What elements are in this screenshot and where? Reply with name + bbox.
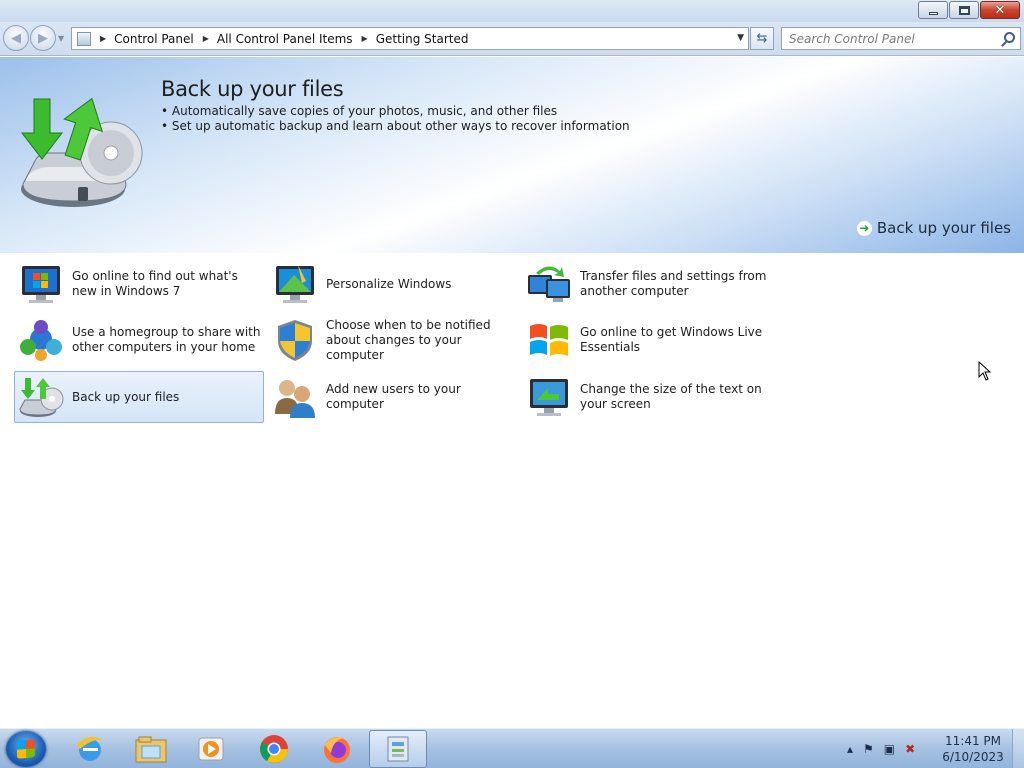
task-label: Go online to get Windows Live Essentials — [580, 325, 763, 354]
forward-button[interactable]: ▶ — [30, 25, 56, 51]
taskbar: ▴ ⚑ ▣ ✖ 11:41 PM 6/10/2023 — [0, 728, 1024, 768]
restore-icon — [958, 5, 970, 15]
start-button[interactable] — [6, 731, 46, 767]
control-panel-icon — [77, 31, 91, 46]
network-icon[interactable]: ▣ — [884, 742, 895, 756]
task-label: Add new users to your computer — [326, 382, 461, 411]
banner-bullet: Set up automatic backup and learn about … — [161, 119, 630, 134]
task-label: Back up your files — [72, 389, 180, 404]
task-windows-live[interactable]: Go online to get Windows Live Essentials — [522, 314, 772, 366]
back-arrow-icon: ◀ — [11, 30, 21, 46]
easy-transfer-icon — [528, 266, 570, 302]
green-arrow-icon: ➜ — [856, 220, 872, 236]
minimize-button[interactable] — [918, 1, 948, 19]
search-icon[interactable] — [1004, 32, 1015, 43]
taskbar-clock[interactable]: 11:41 PM 6/10/2023 — [940, 733, 1006, 765]
task-homegroup[interactable]: Use a homegroup to share with other comp… — [14, 314, 264, 366]
search-box[interactable] — [781, 27, 1021, 50]
task-label: Choose when to be notified about changes… — [326, 317, 491, 362]
monitor-windows-icon — [22, 266, 60, 303]
show-hidden-icons-icon[interactable]: ▴ — [847, 742, 853, 756]
task-label: Personalize Windows — [326, 276, 452, 291]
task-uac-settings[interactable]: Choose when to be notified about changes… — [268, 314, 518, 366]
windows-explorer-icon — [135, 736, 167, 763]
system-tray: ▴ ⚑ ▣ ✖ — [843, 729, 933, 768]
refresh-icon: ⇆ — [756, 31, 768, 46]
task-label: Go online to find out what's new in Wind… — [72, 269, 238, 298]
recent-pages-dropdown[interactable]: ▼ — [58, 34, 64, 43]
restore-button[interactable] — [949, 1, 979, 19]
address-bar[interactable]: ▶ Control Panel ▶ All Control Panel Item… — [71, 27, 749, 50]
chrome-icon — [260, 735, 288, 763]
feature-banner: Back up your files Automatically save co… — [0, 57, 1024, 253]
display-icon — [530, 379, 568, 416]
internet-explorer-icon — [76, 736, 104, 761]
taskbar-media-player[interactable] — [182, 730, 240, 768]
breadcrumb-separator[interactable]: ▶ — [203, 34, 209, 43]
breadcrumb-getting-started[interactable]: Getting Started — [376, 32, 469, 46]
backup-icon — [19, 378, 64, 417]
volume-muted-icon[interactable]: ✖ — [905, 742, 915, 756]
backup-drive-icon — [20, 97, 143, 207]
task-label: Transfer files and settings from another… — [580, 269, 767, 298]
task-personalize[interactable]: Personalize Windows — [268, 258, 518, 310]
firefox-icon — [324, 737, 350, 763]
windows-flag-icon — [530, 324, 568, 356]
window-title-bar: ✕ — [0, 0, 1024, 22]
banner-action-link[interactable]: ➜ Back up your files — [856, 219, 1011, 237]
action-center-flag-icon[interactable]: ⚑ — [863, 742, 874, 756]
taskbar-internet-explorer[interactable] — [61, 730, 119, 768]
show-desktop-button[interactable] — [1012, 729, 1024, 768]
task-transfer-files[interactable]: Transfer files and settings from another… — [522, 258, 772, 310]
taskbar-windows-explorer[interactable] — [122, 730, 180, 768]
taskbar-firefox[interactable] — [308, 730, 366, 768]
uac-shield-icon — [278, 320, 312, 361]
task-backup-files[interactable]: Back up your files — [14, 371, 264, 423]
control-panel-icon — [387, 736, 409, 762]
breadcrumb-separator[interactable]: ▶ — [362, 34, 368, 43]
search-input[interactable] — [789, 31, 989, 46]
address-dropdown-button[interactable]: ▼ — [737, 33, 744, 43]
close-button[interactable]: ✕ — [980, 1, 1020, 19]
task-whats-new[interactable]: Go online to find out what's new in Wind… — [14, 258, 264, 310]
taskbar-control-panel[interactable] — [369, 730, 427, 768]
media-player-icon — [198, 737, 224, 761]
breadcrumb-all-items[interactable]: All Control Panel Items — [217, 32, 353, 46]
caption-buttons: ✕ — [918, 1, 1020, 19]
banner-action-label[interactable]: Back up your files — [877, 219, 1011, 237]
task-label: Use a homegroup to share with other comp… — [72, 325, 261, 354]
banner-title: Back up your files — [161, 77, 344, 101]
refresh-button[interactable]: ⇆ — [750, 27, 774, 50]
task-label: Change the size of the text on your scre… — [580, 382, 762, 411]
personalize-icon — [276, 265, 314, 303]
mouse-cursor-icon — [978, 361, 992, 381]
task-add-users[interactable]: Add new users to your computer — [268, 371, 518, 423]
users-icon — [275, 380, 315, 418]
back-button[interactable]: ◀ — [3, 25, 29, 51]
clock-time: 11:41 PM — [945, 734, 1001, 748]
banner-description: Automatically save copies of your photos… — [161, 104, 630, 134]
breadcrumb-control-panel[interactable]: Control Panel — [114, 32, 194, 46]
task-text-size[interactable]: Change the size of the text on your scre… — [522, 371, 772, 423]
breadcrumb-separator[interactable]: ▶ — [100, 34, 106, 43]
banner-bullet: Automatically save copies of your photos… — [161, 104, 630, 119]
forward-arrow-icon: ▶ — [38, 30, 48, 46]
clock-date: 6/10/2023 — [942, 750, 1004, 764]
homegroup-icon — [20, 320, 62, 361]
navigation-bar: ◀ ▶ ▼ ▶ Control Panel ▶ All Control Pane… — [0, 22, 1024, 56]
minimize-icon — [928, 11, 938, 15]
close-icon: ✕ — [994, 2, 1006, 18]
taskbar-chrome[interactable] — [245, 730, 303, 768]
